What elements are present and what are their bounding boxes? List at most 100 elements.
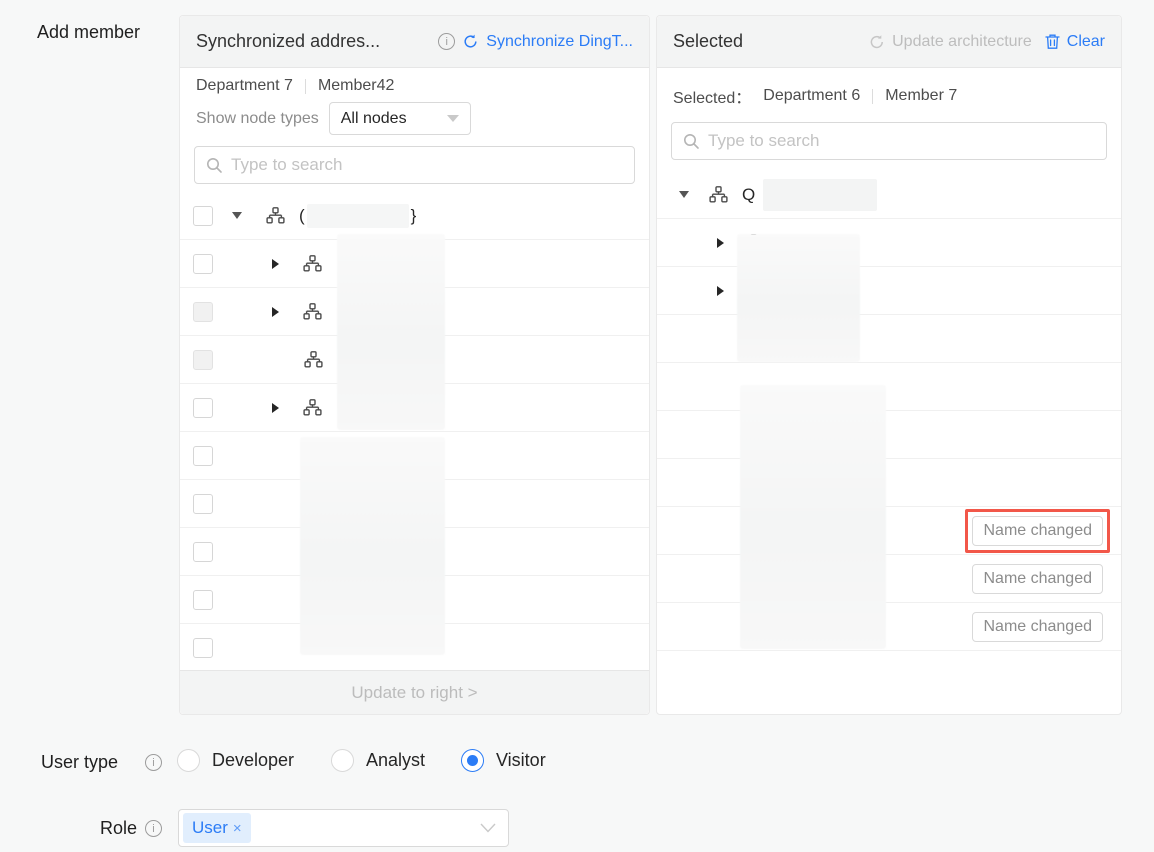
synchronize-dingtalk-link[interactable]: Synchronize DingT... [486,33,633,51]
role-tag: User × [183,813,251,843]
role-label: Role [100,818,137,839]
redacted-content [337,234,445,430]
name-changed-tag: Name changed [972,612,1103,642]
divider [872,89,873,104]
name-changed-tag-highlighted: Name changed [965,509,1110,553]
remove-tag-icon[interactable]: × [233,820,242,837]
info-icon[interactable]: i [438,33,455,50]
checkbox[interactable] [193,446,213,466]
name-changed-tag: Name changed [972,516,1103,546]
radio-label: Analyst [366,750,425,771]
redacted-content [740,385,886,649]
role-tag-label: User [192,818,228,838]
radio-unselected-icon[interactable] [177,749,200,772]
radio-unselected-icon[interactable] [331,749,354,772]
org-node-icon [303,303,322,320]
caret-right-icon[interactable] [272,307,279,317]
user-type-row: User type i Developer Analyst Visitor [0,749,1154,777]
radio-label: Developer [212,750,294,771]
selected-label: Selected： [673,84,751,108]
checkbox[interactable] [193,494,213,514]
checkbox[interactable] [193,590,213,610]
node-label: } [411,206,417,226]
role-row: Role i User × [0,809,1154,847]
node-type-row: Show node types All nodes [180,95,649,135]
checkbox-disabled[interactable] [193,302,213,322]
user-type-label: User type [41,752,118,773]
redacted-content [737,234,860,362]
node-type-select[interactable]: All nodes [329,102,471,135]
source-department-count: Department 7 [196,77,293,95]
checkbox[interactable] [193,638,213,658]
radio-option-analyst[interactable]: Analyst [331,749,425,772]
node-type-value: All nodes [341,110,407,128]
caret-right-icon[interactable] [272,259,279,269]
tree-row[interactable] [657,315,1121,363]
info-icon[interactable]: i [145,820,162,837]
radio-option-developer[interactable]: Developer [177,749,294,772]
radio-label: Visitor [496,750,546,771]
source-counts: Department 7 Member42 [180,68,649,95]
selected-search-input[interactable] [708,131,1095,151]
caret-right-icon[interactable] [272,403,279,413]
page-title: Add member [37,22,140,43]
name-changed-tag: Name changed [972,564,1103,594]
checkbox[interactable] [193,254,213,274]
checkbox[interactable] [193,206,213,226]
selected-member-count: Member 7 [885,87,957,105]
source-search-input[interactable] [231,155,623,175]
tree-row[interactable] [657,459,1121,507]
tree-row[interactable] [657,363,1121,411]
redacted-content [307,204,409,228]
info-icon[interactable]: i [145,754,162,771]
selected-panel-header: Selected Update architecture Clear [657,16,1121,68]
redacted-content [300,437,445,655]
tree-row[interactable] [657,411,1121,459]
trash-icon[interactable] [1045,33,1060,50]
tree-row[interactable] [657,267,1121,315]
role-select[interactable]: User × [178,809,509,847]
checkbox[interactable] [193,398,213,418]
caret-down-icon[interactable] [679,191,689,198]
source-member-count: Member42 [318,77,394,95]
selected-department-count: Department 6 [763,87,860,105]
selected-panel: Selected Update architecture Clear Selec… [656,15,1122,715]
node-type-label: Show node types [196,110,319,128]
org-node-icon [266,207,285,224]
selected-search[interactable] [671,122,1107,160]
tree-row[interactable]: Name changed [657,507,1121,555]
org-node-icon [709,186,728,203]
update-to-right-button[interactable]: Update to right > [180,670,649,714]
caret-right-icon[interactable] [717,238,724,248]
selected-panel-title: Selected [673,31,743,52]
radio-selected-icon[interactable] [461,749,484,772]
cloud-sync-icon[interactable] [462,33,479,50]
radio-option-visitor[interactable]: Visitor [461,749,546,772]
tree-row[interactable]: Name changed [657,555,1121,603]
source-panel-title: Synchronized addres... [196,31,380,52]
node-label: ( [299,206,305,226]
name-changed-tag-wrap: Name changed [972,612,1103,642]
search-icon [206,157,223,174]
radio-dot [467,755,478,766]
org-node-icon [303,255,322,272]
tree-row[interactable] [657,219,1121,267]
update-architecture-button[interactable]: Update architecture [892,33,1032,51]
name-changed-tag-wrap: Name changed [972,564,1103,594]
checkbox[interactable] [193,542,213,562]
org-node-icon [303,399,322,416]
caret-right-icon[interactable] [717,286,724,296]
search-icon [683,133,700,150]
selected-tree: Q Name changed Name changed Name changed [657,171,1121,714]
checkbox-disabled[interactable] [193,350,213,370]
clear-button[interactable]: Clear [1067,33,1105,51]
tree-row[interactable]: Name changed [657,603,1121,651]
tree-row[interactable]: Q [657,171,1121,219]
tree-row[interactable]: (} [180,192,649,240]
node-label: Q [742,185,755,205]
caret-down-icon [447,115,459,122]
divider [305,79,306,94]
caret-down-icon[interactable] [232,212,242,219]
redacted-content [763,179,877,211]
source-search[interactable] [194,146,635,184]
